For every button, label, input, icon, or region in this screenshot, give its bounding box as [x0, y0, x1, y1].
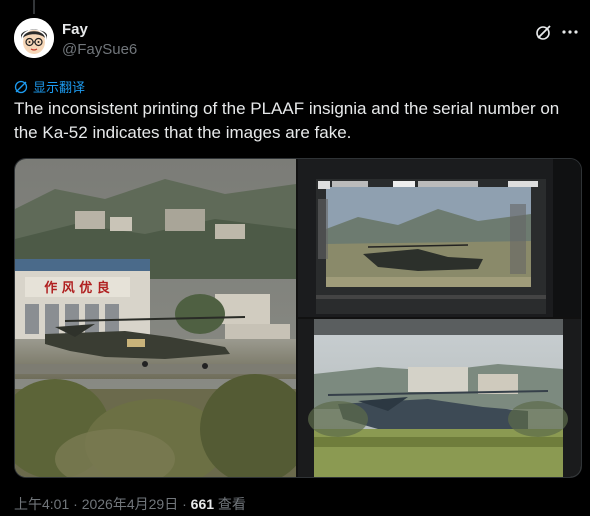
tweet-text: The inconsistent printing of the PLAAF i…: [14, 99, 560, 142]
meta-separator: ·: [69, 496, 82, 512]
building-sign-text: 作 风 优 良: [44, 280, 110, 296]
views-label: 查看: [214, 496, 246, 512]
translate-label: 显示翻译: [33, 80, 86, 95]
photo-blurred-helicopter[interactable]: [298, 319, 581, 477]
tweet-meta: 上午4:01 · 2026年4月29日 · 661 查看: [14, 494, 246, 514]
author-name[interactable]: Fay: [62, 21, 88, 38]
photo-camera-viewfinder[interactable]: [298, 159, 581, 317]
thread-connector-line: [33, 0, 35, 14]
more-icon[interactable]: [560, 22, 580, 42]
avatar-illustration: [14, 18, 54, 58]
globe-icon: [14, 80, 28, 93]
photo-helicopter-airfield[interactable]: 作 风 优 良: [15, 159, 310, 477]
meta-separator: ·: [178, 496, 191, 512]
tweet-time: 上午4:01: [14, 496, 70, 512]
timestamp-link[interactable]: 上午4:01 · 2026年4月29日: [14, 496, 178, 512]
avatar[interactable]: [14, 18, 54, 58]
grok-icon[interactable]: [534, 22, 554, 42]
tweet-date: 2026年4月29日: [81, 496, 179, 512]
media-grid: 作 风 优 良: [14, 158, 582, 478]
author-handle[interactable]: @FaySue6: [62, 41, 137, 58]
views-count: 661: [190, 496, 215, 512]
translate-link[interactable]: 显示翻译: [14, 77, 85, 96]
